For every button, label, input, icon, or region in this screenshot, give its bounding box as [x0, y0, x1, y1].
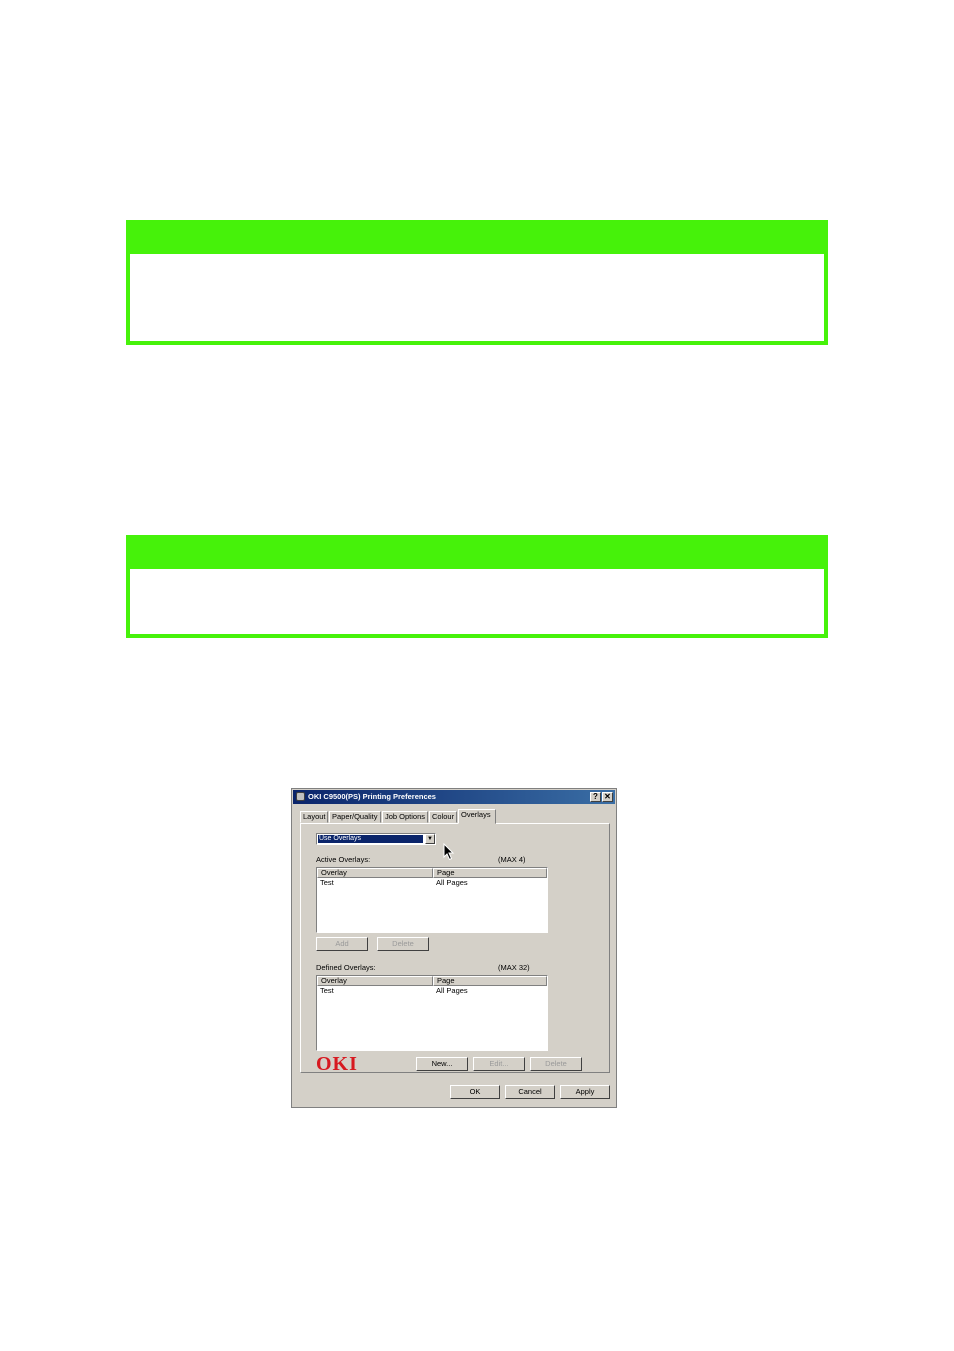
- column-header-overlay[interactable]: Overlay: [317, 868, 433, 878]
- active-overlays-max: (MAX 4): [498, 855, 526, 864]
- chevron-down-icon[interactable]: ▼: [425, 834, 435, 844]
- title-bar: OKI C9500(PS) Printing Preferences ? ✕: [293, 790, 615, 804]
- cancel-button[interactable]: Cancel: [505, 1085, 555, 1099]
- defined-overlays-label: Defined Overlays:: [316, 963, 376, 972]
- tab-paper-quality[interactable]: Paper/Quality: [329, 811, 381, 823]
- printing-preferences-dialog: OKI C9500(PS) Printing Preferences ? ✕ L…: [291, 788, 617, 1108]
- overlay-mode-value: Use Overlays: [318, 835, 423, 843]
- note-box-header: [130, 539, 824, 569]
- column-header-page[interactable]: Page: [433, 976, 547, 986]
- edit-overlay-button[interactable]: Edit...: [473, 1057, 525, 1071]
- dialog-title: OKI C9500(PS) Printing Preferences: [308, 792, 436, 801]
- apply-button[interactable]: Apply: [560, 1085, 610, 1099]
- overlay-page: All Pages: [436, 986, 468, 995]
- column-header-page[interactable]: Page: [433, 868, 547, 878]
- note-box: [126, 220, 828, 345]
- new-overlay-button[interactable]: New...: [416, 1057, 468, 1071]
- mouse-pointer-icon: [443, 843, 455, 861]
- active-overlays-list[interactable]: Overlay Page Test All Pages: [316, 867, 548, 933]
- overlay-name: Test: [320, 878, 334, 887]
- list-item[interactable]: Test All Pages: [317, 986, 547, 996]
- tab-job-options[interactable]: Job Options: [382, 811, 428, 823]
- list-header: Overlay Page: [317, 868, 547, 878]
- column-header-overlay[interactable]: Overlay: [317, 976, 433, 986]
- tab-colour[interactable]: Colour: [429, 811, 457, 823]
- close-button[interactable]: ✕: [602, 792, 613, 802]
- active-overlays-label: Active Overlays:: [316, 855, 371, 864]
- defined-overlays-max: (MAX 32): [498, 963, 530, 972]
- tab-layout[interactable]: Layout: [300, 811, 328, 823]
- oki-logo: OKI: [316, 1053, 358, 1075]
- ok-button[interactable]: OK: [450, 1085, 500, 1099]
- list-header: Overlay Page: [317, 976, 547, 986]
- list-item[interactable]: Test All Pages: [317, 878, 547, 888]
- delete-defined-button[interactable]: Delete: [530, 1057, 582, 1071]
- printer-icon: [296, 792, 305, 801]
- delete-active-button[interactable]: Delete: [377, 937, 429, 951]
- overlay-mode-select[interactable]: Use Overlays ▼: [316, 833, 436, 845]
- note-box: [126, 535, 828, 638]
- help-button[interactable]: ?: [590, 792, 601, 802]
- defined-overlays-list[interactable]: Overlay Page Test All Pages: [316, 975, 548, 1051]
- add-button[interactable]: Add: [316, 937, 368, 951]
- note-box-header: [130, 224, 824, 254]
- overlay-page: All Pages: [436, 878, 468, 887]
- overlay-name: Test: [320, 986, 334, 995]
- tab-overlays[interactable]: Overlays: [458, 809, 496, 824]
